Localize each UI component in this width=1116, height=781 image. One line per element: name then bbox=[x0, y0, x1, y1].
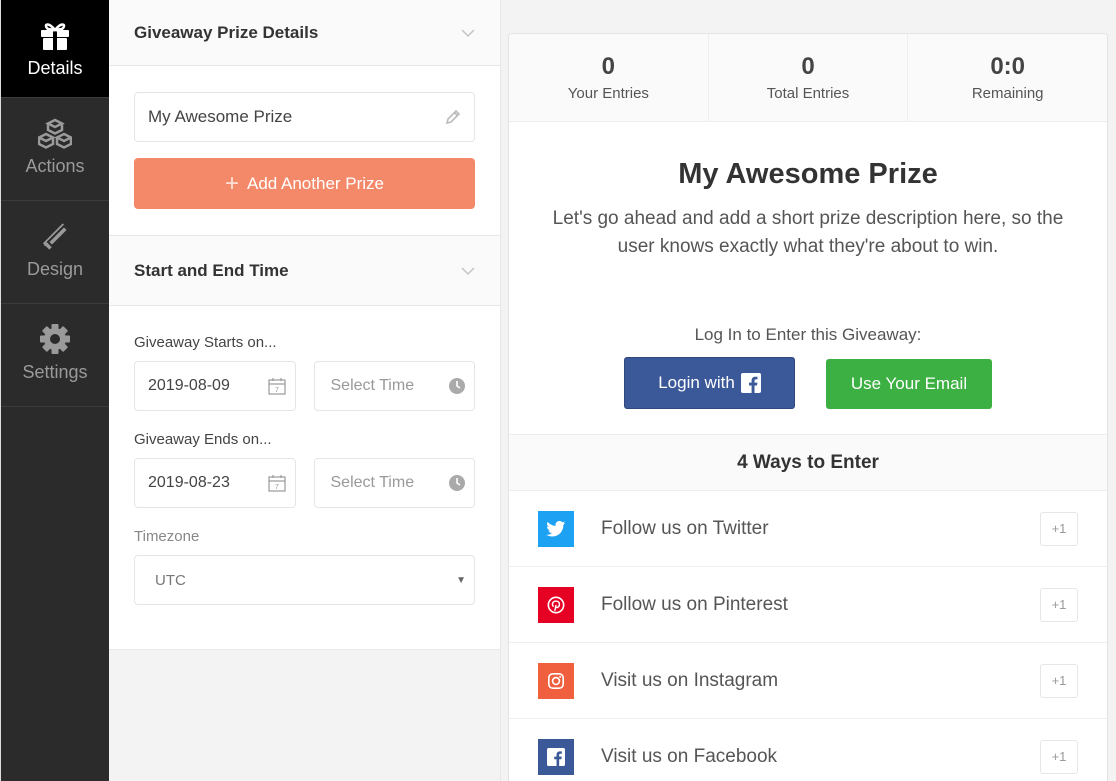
calendar-icon: 7 bbox=[267, 378, 286, 395]
pencil-icon[interactable] bbox=[444, 108, 462, 126]
chevron-down-icon bbox=[461, 266, 475, 275]
giveaway-preview: 0 Your Entries 0 Total Entries 0:0 Remai… bbox=[508, 33, 1108, 781]
instagram-icon bbox=[538, 662, 574, 699]
pinterest-icon bbox=[538, 586, 574, 623]
nav-label-design: Design bbox=[26, 259, 84, 279]
stat-value: 0:0 bbox=[990, 53, 1026, 80]
nav-item-settings[interactable]: Settings bbox=[1, 304, 109, 407]
stat-value: 0 bbox=[801, 53, 815, 80]
entry-instagram[interactable]: Visit us on Instagram +1 bbox=[509, 643, 1107, 719]
end-time-placeholder: Select Time bbox=[330, 474, 415, 491]
twitter-icon bbox=[538, 510, 574, 547]
entry-points-badge: +1 bbox=[1040, 663, 1078, 698]
pencil-ruler-icon bbox=[38, 219, 72, 253]
add-prize-button[interactable]: + Add Another Prize bbox=[134, 158, 475, 209]
start-time-field[interactable]: Select Time bbox=[313, 361, 475, 411]
login-email-label: Use Your Email bbox=[850, 374, 968, 393]
login-buttons: Login with Use Your Email bbox=[509, 357, 1107, 409]
start-time-placeholder: Select Time bbox=[330, 377, 415, 394]
timezone-label: Timezone bbox=[134, 528, 200, 545]
chevron-down-icon bbox=[461, 28, 475, 37]
stat-caption: Remaining bbox=[971, 85, 1044, 102]
login-email-button[interactable]: Use Your Email bbox=[826, 359, 992, 409]
entry-label: Follow us on Twitter bbox=[601, 517, 769, 539]
prize-description: Let's go ahead and add a short prize des… bbox=[552, 208, 1064, 257]
entry-points-badge: +1 bbox=[1040, 511, 1078, 546]
end-date-value: 2019-08-23 bbox=[148, 474, 230, 491]
nav-label-settings: Settings bbox=[22, 362, 88, 382]
facebook-icon bbox=[740, 373, 761, 393]
stats-bar: 0 Your Entries 0 Total Entries 0:0 Remai… bbox=[509, 34, 1107, 122]
gear-icon bbox=[38, 322, 72, 356]
start-row: 2019-08-09 7 Select Time bbox=[134, 361, 475, 411]
login-label: Log In to Enter this Giveaway: bbox=[694, 325, 922, 344]
start-date-field[interactable]: 2019-08-09 7 bbox=[134, 361, 296, 411]
stat-total-entries: 0 Total Entries bbox=[709, 34, 909, 121]
cubes-icon bbox=[38, 116, 72, 150]
prize-name-field[interactable]: My Awesome Prize bbox=[134, 92, 475, 142]
svg-text:7: 7 bbox=[275, 387, 279, 394]
add-prize-label: Add Another Prize bbox=[246, 173, 385, 193]
entry-points-badge: +1 bbox=[1040, 587, 1078, 622]
time-section-header[interactable]: Start and End Time bbox=[109, 236, 500, 306]
prize-title: My Awesome Prize bbox=[678, 158, 938, 190]
nav-item-design[interactable]: Design bbox=[1, 201, 109, 304]
entry-label: Visit us on Instagram bbox=[601, 669, 779, 691]
gift-icon bbox=[38, 18, 72, 52]
time-section-title: Start and End Time bbox=[134, 260, 289, 280]
nav-label-actions: Actions bbox=[25, 156, 85, 176]
caret-down-icon: ▼ bbox=[456, 574, 466, 586]
settings-panel: Giveaway Prize Details My Awesome Prize … bbox=[109, 0, 501, 781]
left-nav: Details Actions Design Settings bbox=[0, 0, 109, 781]
plus-icon: + bbox=[224, 169, 239, 197]
prize-section-body: My Awesome Prize + Add Another Prize bbox=[109, 66, 500, 236]
prize-section-title: Giveaway Prize Details bbox=[134, 22, 319, 42]
login-facebook-label: Login with bbox=[658, 373, 735, 392]
entry-facebook[interactable]: Visit us on Facebook +1 bbox=[509, 719, 1107, 781]
stat-caption: Your Entries bbox=[567, 85, 649, 102]
clock-icon bbox=[449, 378, 465, 394]
timezone-value: UTC bbox=[155, 571, 186, 589]
stat-your-entries: 0 Your Entries bbox=[509, 34, 709, 121]
prize-section-header[interactable]: Giveaway Prize Details bbox=[109, 0, 500, 66]
prize-name-value: My Awesome Prize bbox=[148, 107, 293, 126]
svg-text:7: 7 bbox=[275, 484, 279, 491]
nav-item-actions[interactable]: Actions bbox=[1, 98, 109, 201]
entry-points-badge: +1 bbox=[1040, 739, 1078, 774]
stat-caption: Total Entries bbox=[766, 85, 850, 102]
login-facebook-button[interactable]: Login with bbox=[624, 357, 795, 409]
stat-remaining: 0:0 Remaining bbox=[908, 34, 1107, 121]
time-section-body: Giveaway Starts on... 2019-08-09 7 Selec… bbox=[109, 306, 500, 650]
entry-label: Visit us on Facebook bbox=[601, 745, 778, 767]
ends-label: Giveaway Ends on... bbox=[134, 431, 272, 448]
start-date-value: 2019-08-09 bbox=[148, 377, 230, 394]
end-date-field[interactable]: 2019-08-23 7 bbox=[134, 458, 296, 508]
starts-label: Giveaway Starts on... bbox=[134, 334, 277, 351]
facebook-icon bbox=[538, 738, 574, 775]
clock-icon bbox=[449, 475, 465, 491]
entry-pinterest[interactable]: Follow us on Pinterest +1 bbox=[509, 567, 1107, 643]
entry-label: Follow us on Pinterest bbox=[601, 593, 788, 615]
entry-twitter[interactable]: Follow us on Twitter +1 bbox=[509, 491, 1107, 567]
calendar-icon: 7 bbox=[267, 475, 286, 492]
ways-to-enter-header: 4 Ways to Enter bbox=[509, 434, 1107, 491]
timezone-select[interactable]: UTC ▼ bbox=[134, 555, 475, 605]
stat-value: 0 bbox=[601, 53, 616, 80]
nav-label-details: Details bbox=[27, 58, 83, 78]
nav-item-details[interactable]: Details bbox=[1, 0, 109, 98]
end-time-field[interactable]: Select Time bbox=[313, 458, 475, 508]
end-row: 2019-08-23 7 Select Time bbox=[134, 458, 475, 508]
